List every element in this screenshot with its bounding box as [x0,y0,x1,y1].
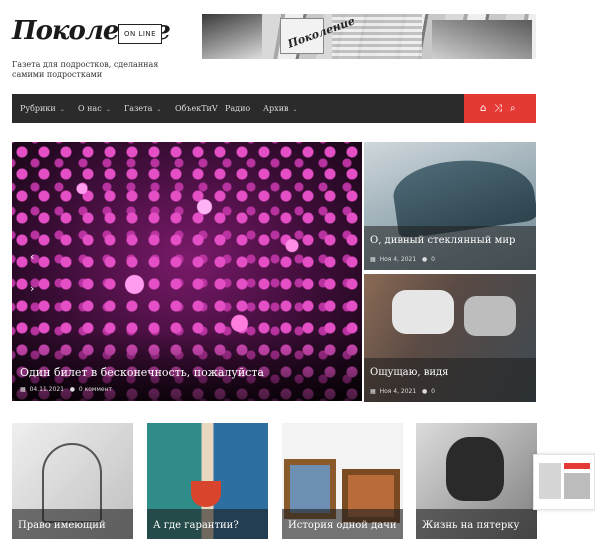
article-image [392,290,454,334]
article-image [191,481,221,507]
side-article-meta: ▦ Ноя 4, 2021 ● 0 [370,388,435,395]
article-tile-title[interactable]: Жизнь на пятерку [422,520,519,531]
article-image [464,296,516,336]
slider-next-icon[interactable]: › [30,282,34,295]
article-tile-title[interactable]: История одной дачи [288,520,397,531]
side-article-comments[interactable]: 0 [431,388,435,395]
side-article-date: Ноя 4, 2021 [379,388,417,395]
side-article-card[interactable]: Ощущаю, видя ▦ Ноя 4, 2021 ● 0 [364,274,536,402]
thumbnail-image [564,473,590,499]
chevron-down-icon: ⌄ [105,106,111,113]
hero-comments[interactable]: 0 коммент [79,386,112,393]
side-article-title[interactable]: О, дивный стеклянный мир [370,235,515,246]
article-image [446,437,504,501]
nav-item-label: Архив [263,104,289,113]
calendar-icon: ▦ [370,388,376,395]
banner-newspaper-image [202,14,262,59]
search-icon[interactable]: ⌕ [510,94,516,123]
article-caption [364,358,536,402]
calendar-icon: ▦ [370,256,376,263]
article-tile[interactable]: Жизнь на пятерку [416,423,537,539]
hero-meta: ▦ 04.11.2021 ● 0 коммент [20,386,112,393]
nav-item-rubrics[interactable]: Рубрики ⌄ [20,94,65,123]
side-article-comments[interactable]: 0 [431,256,435,263]
nav-action-icons: ⌂ ⤨ ⌕ [464,94,536,123]
nav-item-label: Газета [124,104,153,113]
side-article-date: Ноя 4, 2021 [379,256,417,263]
chevron-down-icon: ⌄ [156,106,162,113]
article-tile-title[interactable]: А где гарантии? [153,520,239,531]
nav-item-about[interactable]: О нас ⌄ [78,94,111,123]
shuffle-icon[interactable]: ⤨ [494,94,502,123]
home-icon[interactable]: ⌂ [480,94,486,123]
hero-date: 04.11.2021 [29,386,64,393]
article-tile[interactable]: А где гарантии? [147,423,268,539]
page-preview-thumbnail[interactable] [533,454,595,510]
article-tile-title[interactable]: Право имеющий [18,520,106,531]
article-tile[interactable]: Право имеющий [12,423,133,539]
main-navigation: Рубрики ⌄ О нас ⌄ Газета ⌄ ОбъекТиV Радио А… [12,94,536,123]
slider-prev-icon[interactable]: ‹ [30,250,34,263]
comment-icon: ● [69,386,75,393]
hero-slider[interactable]: ‹ › Один билет в бесконечность, пожалуйс… [12,142,362,401]
site-tagline: Газета для подростков, сделанная самими … [12,60,159,79]
nav-item-label: Радио [225,104,251,113]
nav-item-archive[interactable]: Архив ⌄ [263,94,298,123]
chevron-down-icon: ⌄ [59,106,65,113]
chevron-down-icon: ⌄ [292,106,298,113]
nav-item-label: Рубрики [20,104,56,113]
banner-newspaper-image [432,20,532,59]
side-article-title[interactable]: Ощущаю, видя [370,367,448,378]
nav-item-newspaper[interactable]: Газета ⌄ [124,94,161,123]
site-logo[interactable]: Поколение ON LINE [12,14,172,54]
nav-item-radio[interactable]: Радио [225,94,250,123]
article-caption [364,226,536,270]
thumbnail-image [564,463,590,469]
nav-item-objectiv[interactable]: ОбъекТиV [175,94,218,123]
calendar-icon: ▦ [20,386,26,393]
side-article-meta: ▦ Ноя 4, 2021 ● 0 [370,256,435,263]
comment-icon: ● [421,256,428,263]
hero-title[interactable]: Один билет в бесконечность, пожалуйста [20,366,264,379]
header-banner[interactable]: Поколение [202,14,536,59]
nav-item-label: ОбъекТиV [175,104,218,113]
comment-icon: ● [421,388,428,395]
nav-item-label: О нас [78,104,102,113]
logo-online-badge: ON LINE [118,24,163,44]
thumbnail-image [539,463,561,499]
side-article-card[interactable]: О, дивный стеклянный мир ▦ Ноя 4, 2021 ●… [364,142,536,270]
article-tile[interactable]: История одной дачи [282,423,403,539]
